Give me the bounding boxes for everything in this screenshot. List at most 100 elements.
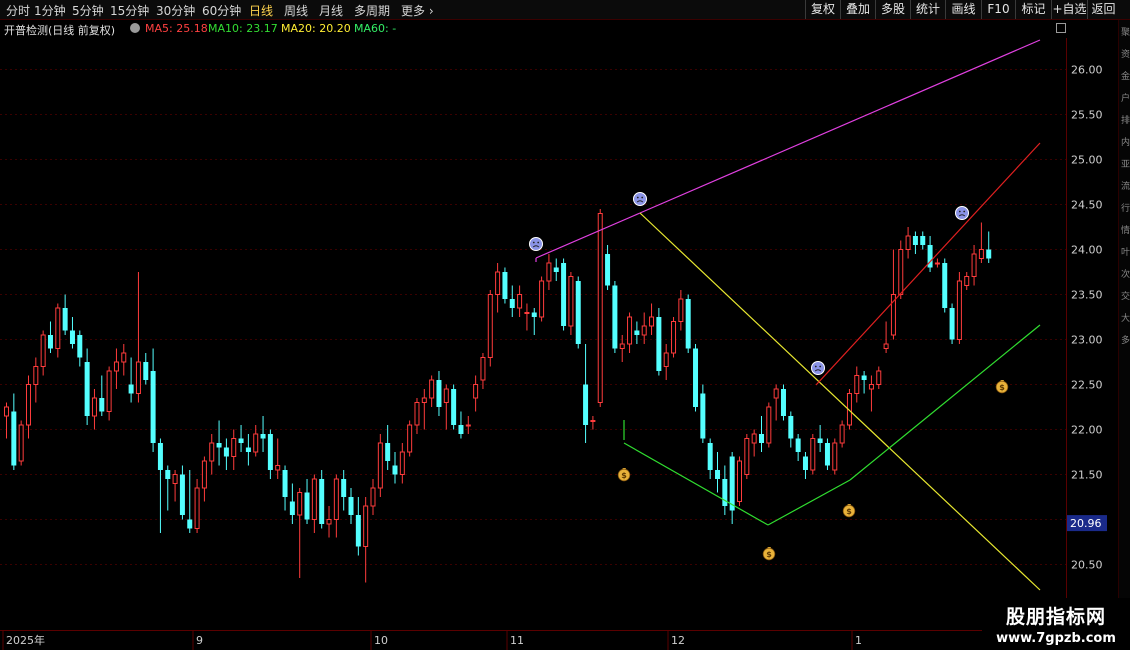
candle-body <box>465 424 471 427</box>
candle-body <box>363 505 369 547</box>
candle-body <box>209 442 215 462</box>
ma20-label: MA20: 20.20 <box>281 22 351 35</box>
candle-body <box>832 442 838 471</box>
candle-body <box>18 424 24 462</box>
candle-body <box>473 384 479 399</box>
candle-body <box>597 213 603 403</box>
period-tab-6[interactable]: 日线 <box>249 2 273 19</box>
ma60-label: MA60: - <box>354 22 397 35</box>
period-tab-0[interactable]: 分时 <box>6 2 30 19</box>
candle-body <box>165 470 171 479</box>
toolbar-button-6[interactable]: 标记 <box>1015 0 1051 19</box>
candle-body <box>685 299 691 349</box>
candle-body <box>231 438 237 457</box>
side-glyph[interactable]: 流 <box>1120 182 1130 193</box>
money-bag-sign: $ <box>999 383 1005 392</box>
toolbar-button-7[interactable]: +自选 <box>1051 0 1087 19</box>
candle-body <box>47 335 53 349</box>
candle-body <box>509 299 515 308</box>
sad-face-icon <box>955 206 969 220</box>
candle-body <box>480 357 486 381</box>
toolbar-button-5[interactable]: F10 <box>981 0 1015 19</box>
candle-body <box>99 398 105 412</box>
toolbar-button-0[interactable]: 复权 <box>805 0 840 19</box>
candle-body <box>495 271 501 295</box>
candle-body <box>824 443 830 466</box>
candle-body <box>693 348 699 407</box>
candle-body <box>414 402 420 426</box>
period-tab-4[interactable]: 30分钟 <box>156 2 195 19</box>
toolbar-button-8[interactable]: 返回 <box>1087 0 1119 19</box>
period-tab-9[interactable]: 多周期 <box>354 2 390 19</box>
candle-body <box>590 420 596 422</box>
toolbar-button-2[interactable]: 多股 <box>875 0 910 19</box>
candle-body <box>649 316 655 327</box>
trend-line-resistance <box>535 212 641 259</box>
candle-body <box>216 443 222 448</box>
candle-body <box>898 249 904 295</box>
candle-body <box>861 375 867 380</box>
period-tab-2[interactable]: 5分钟 <box>72 2 104 19</box>
candle-body <box>392 465 398 475</box>
candle-body <box>795 438 801 452</box>
candle-body <box>106 370 112 412</box>
x-tick-label: 12 <box>671 634 685 647</box>
candle-body <box>656 317 662 371</box>
toolbar-button-1[interactable]: 叠加 <box>840 0 875 19</box>
side-glyph[interactable]: 次 <box>1120 270 1130 281</box>
candle-body <box>780 389 786 416</box>
settings-dot-icon[interactable] <box>130 23 140 33</box>
candle-body <box>817 438 823 443</box>
x-tick-label: 11 <box>510 634 524 647</box>
candle-body <box>355 515 361 547</box>
period-tab-5[interactable]: 60分钟 <box>202 2 241 19</box>
side-glyph[interactable]: 多 <box>1120 336 1130 347</box>
candle-body <box>40 334 46 367</box>
candle-body <box>605 254 611 286</box>
candle-body <box>150 371 156 443</box>
kline-chart[interactable]: 26.00 25.50 25.00 24.50 24.00 23.50 23.00 22.50… <box>0 38 1118 650</box>
sad-face-eye <box>814 365 817 368</box>
candle-body <box>854 375 860 394</box>
candle-body <box>707 443 713 470</box>
candle-body <box>524 312 530 314</box>
candle-body <box>553 267 559 272</box>
watermark-title: 股朋指标网 <box>1005 606 1106 628</box>
money-bag-sign: $ <box>846 507 852 516</box>
candle-body <box>964 276 970 286</box>
x-tick-label: 2025年 <box>6 633 45 647</box>
side-glyph[interactable]: 亚 <box>1120 160 1130 171</box>
candle-body <box>671 321 677 354</box>
candle-body <box>905 235 911 250</box>
side-glyph[interactable]: 聚 <box>1120 28 1130 39</box>
side-glyph[interactable]: 交 <box>1120 292 1130 303</box>
period-tab-8[interactable]: 月线 <box>319 2 343 19</box>
period-tab-3[interactable]: 15分钟 <box>110 2 149 19</box>
candle-body <box>253 433 259 453</box>
side-glyph[interactable]: 户 <box>1120 94 1130 105</box>
candle-body <box>729 456 735 511</box>
candle-body <box>223 447 229 457</box>
watermark: 股朋指标网 www.7gpzb.com <box>982 598 1130 650</box>
side-glyph[interactable]: 大 <box>1120 314 1130 325</box>
side-glyph[interactable]: 情 <box>1120 226 1130 237</box>
sad-face-eye <box>963 210 966 213</box>
side-glyph[interactable]: 金 <box>1120 72 1130 83</box>
candle-body <box>883 343 889 349</box>
candle-body <box>25 384 31 426</box>
side-glyph[interactable]: 资 <box>1120 50 1130 61</box>
side-glyph[interactable]: 叶 <box>1120 248 1130 259</box>
layout-toggle-icon[interactable] <box>1056 23 1066 33</box>
candle-body <box>678 298 684 322</box>
toolbar-button-3[interactable]: 统计 <box>910 0 945 19</box>
ma5-label: MA5: 25.18 <box>145 22 208 35</box>
toolbar-button-4[interactable]: 画线 <box>945 0 981 19</box>
period-tab-7[interactable]: 周线 <box>284 2 308 19</box>
side-glyph[interactable]: 内 <box>1120 138 1130 149</box>
side-glyph[interactable]: 排 <box>1120 116 1130 127</box>
period-tab-1[interactable]: 1分钟 <box>34 2 66 19</box>
side-glyph[interactable]: 行 <box>1120 204 1130 215</box>
right-side-strip: 聚资金户排内亚流行情叶次交大多 <box>1118 20 1130 650</box>
period-tab-10[interactable]: 更多 › <box>401 2 434 19</box>
candle-body <box>575 281 581 344</box>
